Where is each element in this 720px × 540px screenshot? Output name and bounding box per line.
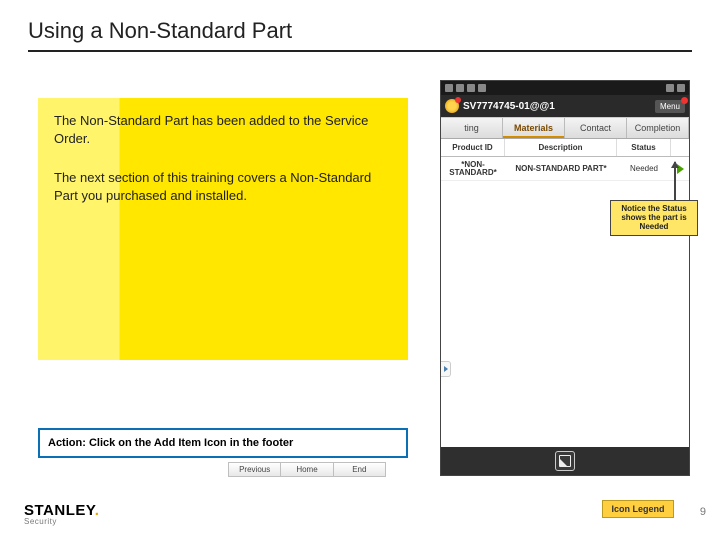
tab-contact[interactable]: Contact — [565, 118, 627, 138]
col-product-id: Product ID — [441, 139, 505, 156]
icon-legend-button[interactable]: Icon Legend — [602, 500, 674, 518]
alert-dot-icon — [455, 97, 461, 103]
page-title: Using a Non-Standard Part — [28, 18, 292, 44]
phone-status-bar — [441, 81, 689, 95]
cell-status: Needed — [617, 157, 671, 180]
col-description: Description — [505, 139, 617, 156]
previous-button[interactable]: Previous — [228, 462, 281, 477]
home-button[interactable]: Home — [281, 462, 333, 477]
add-item-icon[interactable] — [555, 451, 575, 471]
tab-completion[interactable]: Completion — [627, 118, 689, 138]
phone-footer — [441, 447, 689, 475]
brand-logo: STANLEY. Security — [24, 502, 99, 526]
tab-troubleshooting[interactable]: ting — [441, 118, 503, 138]
brand-dot-icon: . — [95, 502, 100, 519]
status-callout: Notice the Status shows the part is Need… — [610, 200, 698, 236]
alert-dot-icon — [681, 97, 688, 104]
status-icon — [478, 84, 486, 92]
tab-materials[interactable]: Materials — [503, 118, 565, 138]
cell-description: NON-STANDARD PART* — [505, 157, 617, 180]
status-icon — [467, 84, 475, 92]
cell-product-id: *NON-STANDARD* — [441, 157, 505, 180]
title-underline — [28, 50, 692, 52]
callout-arrow-icon — [674, 162, 676, 200]
table-header: Product ID Description Status — [441, 139, 689, 157]
menu-button[interactable]: Menu — [655, 100, 685, 113]
explanation-line-2: The next section of this training covers… — [54, 169, 384, 204]
phone-tabs: ting Materials Contact Completion — [441, 117, 689, 139]
device-screenshot: SV7774745-01@@1 Menu ting Materials Cont… — [440, 80, 690, 476]
signal-icon — [666, 84, 674, 92]
explanation-line-1: The Non-Standard Part has been added to … — [54, 112, 384, 147]
end-button[interactable]: End — [334, 462, 386, 477]
service-order-id: SV7774745-01@@1 — [463, 101, 555, 112]
col-action — [671, 139, 689, 156]
action-instruction: Action: Click on the Add Item Icon in th… — [38, 428, 408, 458]
status-icon — [456, 84, 464, 92]
status-icon — [445, 84, 453, 92]
drawer-handle-icon[interactable] — [441, 361, 451, 377]
battery-icon — [677, 84, 685, 92]
page-number: 9 — [700, 506, 706, 518]
table-row[interactable]: *NON-STANDARD* NON-STANDARD PART* Needed — [441, 157, 689, 181]
notification-bell-icon[interactable] — [445, 99, 459, 113]
phone-title-bar: SV7774745-01@@1 Menu — [441, 95, 689, 117]
nav-buttons: Previous Home End — [228, 462, 386, 477]
col-status: Status — [617, 139, 671, 156]
explanation-panel: The Non-Standard Part has been added to … — [38, 98, 408, 360]
